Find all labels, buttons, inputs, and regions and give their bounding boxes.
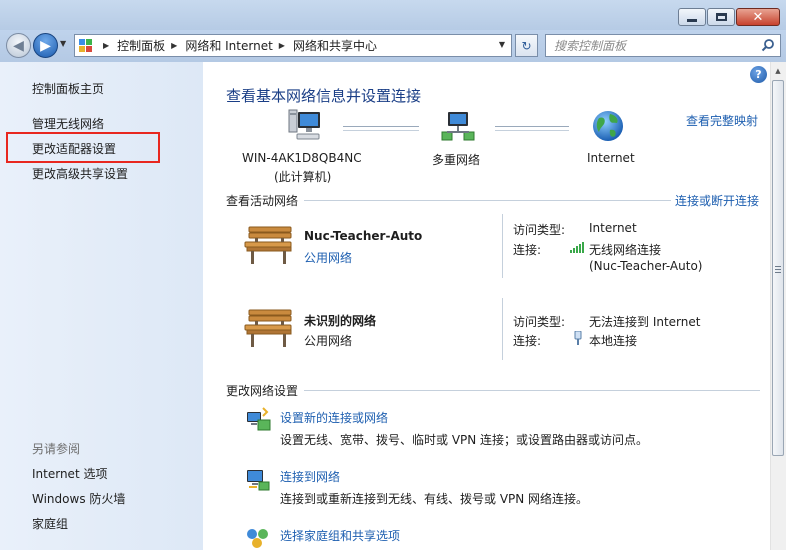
help-button[interactable]: ? (750, 66, 767, 83)
setup-connection-desc: 设置无线、宽带、拨号、临时或 VPN 连接；或设置路由器或访问点。 (280, 433, 649, 447)
scroll-up-button[interactable]: ▲ (770, 62, 786, 79)
close-icon: ✕ (752, 9, 764, 25)
new-connection-icon[interactable] (245, 406, 271, 432)
breadcrumb-control-panel[interactable]: 控制面板 (117, 37, 165, 54)
computer-subtitle: (此计算机) (274, 170, 332, 184)
vertical-divider (502, 298, 503, 360)
wifi-signal-icon (570, 242, 584, 253)
connection-line (495, 126, 569, 131)
control-panel-icon (79, 38, 93, 53)
minimize-button[interactable] (678, 8, 706, 26)
sidebar-item-windows-firewall[interactable]: Windows 防火墙 (32, 490, 125, 507)
search-placeholder: 搜索控制面板 (554, 39, 627, 53)
public-network-bench-icon[interactable] (243, 308, 295, 350)
sidebar-item-manage-wireless[interactable]: 管理无线网络 (32, 115, 104, 132)
active-networks-heading: 查看活动网络 (226, 194, 299, 208)
access-type-label: 访问类型: (513, 223, 566, 237)
address-bar[interactable]: ▶ 控制面板 ▶ 网络和 Internet ▶ 网络和共享中心 ▼ (74, 34, 512, 57)
chevron-right-icon: ▶ (103, 41, 110, 50)
connection-label: 连接: (513, 334, 542, 348)
section-divider (304, 390, 760, 391)
connection-line (343, 126, 419, 131)
maximize-button[interactable] (707, 8, 735, 26)
computer-icon[interactable] (285, 108, 323, 144)
network-name: 未识别的网络 (304, 314, 377, 328)
arrow-right-icon: ▶ (40, 37, 51, 54)
network-category-link[interactable]: 公用网络 (304, 249, 352, 266)
connect-to-network-desc: 连接到或重新连接到无线、有线、拨号或 VPN 网络连接。 (280, 492, 589, 506)
forward-button[interactable]: ▶ (33, 33, 58, 58)
help-icon: ? (755, 68, 762, 81)
vertical-divider (502, 214, 503, 278)
search-icon[interactable] (761, 38, 775, 52)
chevron-right-icon[interactable]: ▶ (171, 41, 177, 50)
scrollbar-grip-icon (775, 266, 781, 273)
refresh-button[interactable]: ↻ (515, 34, 538, 57)
access-type-value: 无法连接到 Internet (589, 315, 701, 329)
chevron-right-icon[interactable]: ▶ (279, 41, 285, 50)
connect-disconnect-link[interactable]: 连接或断开连接 (675, 192, 759, 209)
ethernet-plug-icon (574, 331, 582, 345)
full-map-link[interactable]: 查看完整映射 (686, 112, 758, 129)
navigation-bar: ◀ ▶ ▼ ▶ 控制面板 ▶ 网络和 Internet ▶ 网络和共享中心 ▼ … (0, 30, 786, 62)
access-type-value: Internet (589, 221, 637, 235)
title-bar: ✕ (0, 0, 786, 30)
globe-icon[interactable] (590, 108, 626, 144)
breadcrumb-network-internet[interactable]: 网络和 Internet (185, 37, 272, 54)
minimize-icon (687, 18, 697, 22)
change-settings-heading: 更改网络设置 (226, 384, 299, 398)
connect-network-icon[interactable] (245, 466, 271, 492)
maximize-icon (715, 13, 727, 21)
multiple-networks-icon[interactable] (440, 110, 476, 144)
local-connection-link[interactable]: 本地连接 (589, 332, 637, 349)
access-type-label: 访问类型: (513, 315, 566, 329)
section-divider (304, 200, 671, 201)
window-controls: ✕ (678, 8, 780, 26)
sidebar-home-link[interactable]: 控制面板主页 (32, 80, 104, 97)
network-name: Nuc-Teacher-Auto (304, 229, 423, 243)
computer-name: WIN-4AK1D8QB4NC (242, 151, 362, 165)
network-category: 公用网络 (304, 334, 353, 348)
refresh-icon: ↻ (521, 38, 532, 53)
search-input[interactable]: 搜索控制面板 (545, 34, 781, 57)
sidebar-item-homegroup[interactable]: 家庭组 (32, 515, 68, 532)
setup-connection-link[interactable]: 设置新的连接或网络 (280, 409, 388, 426)
chevron-up-icon: ▲ (775, 66, 781, 75)
sidebar-item-advanced-sharing[interactable]: 更改高级共享设置 (32, 165, 128, 182)
connect-to-network-link[interactable]: 连接到网络 (280, 468, 340, 485)
page-title: 查看基本网络信息并设置连接 (226, 87, 422, 105)
homegroup-sharing-link[interactable]: 选择家庭组和共享选项 (280, 527, 400, 544)
wireless-connection-link[interactable]: 无线网络连接 (589, 241, 661, 258)
connection-label: 连接: (513, 243, 542, 257)
internet-label: Internet (587, 151, 635, 165)
address-dropdown-icon[interactable]: ▼ (499, 40, 505, 49)
see-also-heading: 另请参阅 (32, 442, 81, 456)
close-button[interactable]: ✕ (736, 8, 780, 26)
highlight-box (6, 132, 160, 163)
public-network-bench-icon[interactable] (243, 225, 295, 267)
wireless-connection-sub[interactable]: (Nuc-Teacher-Auto) (589, 259, 702, 273)
multiple-networks-label: 多重网络 (432, 153, 481, 167)
homegroup-icon[interactable] (245, 526, 271, 550)
sidebar-item-internet-options[interactable]: Internet 选项 (32, 465, 107, 482)
breadcrumb-network-sharing-center[interactable]: 网络和共享中心 (293, 37, 377, 54)
arrow-left-icon: ◀ (13, 37, 24, 54)
recent-pages-dropdown[interactable]: ▼ (60, 39, 66, 48)
back-button[interactable]: ◀ (6, 33, 31, 58)
